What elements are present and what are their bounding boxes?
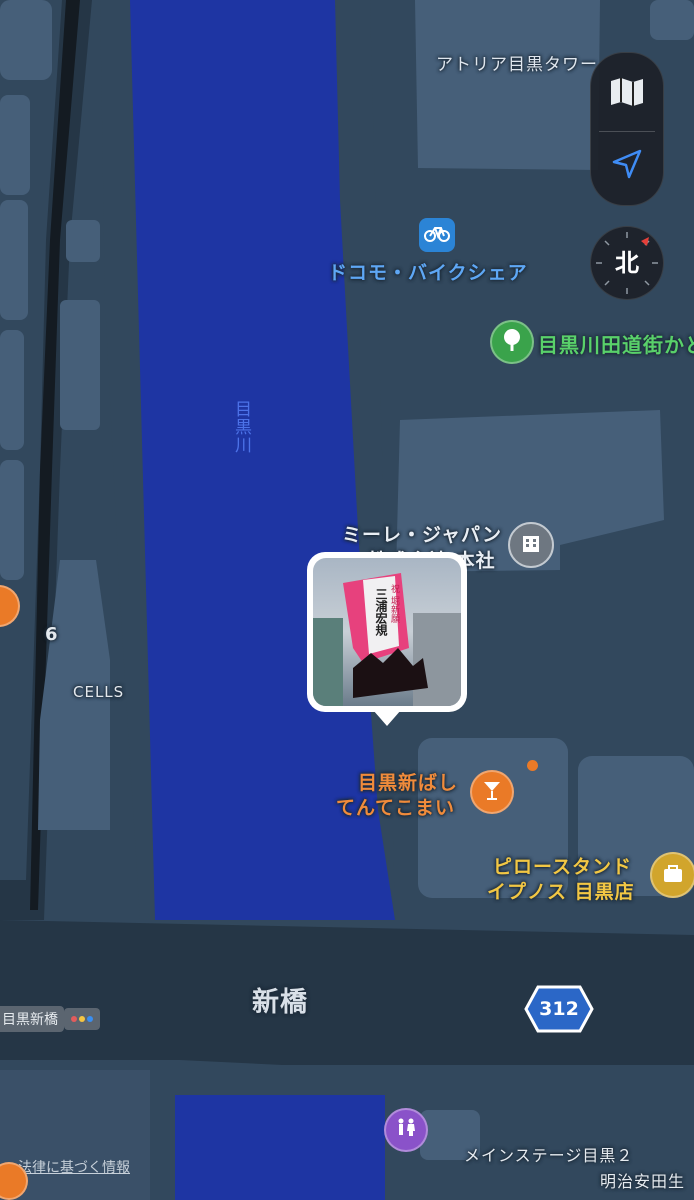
stage-label[interactable]: メインステージ目黒２: [464, 1142, 633, 1166]
controls-divider: [599, 131, 655, 132]
cells-label[interactable]: CELLS: [73, 683, 124, 701]
legal-info-link[interactable]: 法律に基づく情報: [18, 1157, 130, 1177]
bike-share-label[interactable]: ドコモ・バイクシェア: [328, 258, 528, 285]
bar-label-line1[interactable]: 目黒新ばし: [358, 768, 458, 795]
map-controls-panel: [590, 52, 664, 206]
bar-poi[interactable]: [470, 770, 514, 814]
bar-label-line2[interactable]: てんてこまい: [336, 793, 455, 820]
building-icon: [520, 532, 542, 558]
restroom-poi[interactable]: [384, 1108, 428, 1152]
compass-button[interactable]: 北: [590, 226, 664, 300]
insurance-label[interactable]: 明治安田生: [600, 1168, 685, 1192]
building-label-top[interactable]: アトリア目黒タワー: [436, 50, 598, 75]
park-label[interactable]: 目黒川田道街かど: [538, 329, 694, 358]
restroom-icon: [395, 1117, 417, 1143]
small-poi-dot[interactable]: [527, 760, 538, 771]
locate-me-button[interactable]: [591, 133, 663, 199]
stand-label-line2[interactable]: イプノス 目黒店: [487, 877, 635, 904]
bus-stop-label: 目黒新橋: [2, 1012, 58, 1028]
bag-icon: [662, 863, 684, 887]
bridge-label: 新橋: [252, 987, 308, 1018]
tree-icon: [501, 328, 523, 356]
company-poi[interactable]: [508, 522, 554, 568]
lantern-text-sub: 祝 堀新願: [389, 584, 399, 623]
photo-pin-pointer: [373, 710, 401, 726]
map-icon: [610, 77, 644, 111]
photo-pin[interactable]: 三浦宏規 祝 堀新願: [307, 552, 467, 726]
address-number-label: 6: [45, 624, 59, 645]
bus-stop-badge[interactable]: 目黒新橋: [0, 1006, 64, 1032]
photo-thumbnail: 三浦宏規 祝 堀新願: [313, 558, 461, 706]
park-poi[interactable]: [490, 320, 534, 364]
cocktail-icon: [482, 779, 502, 805]
map-view[interactable]: 目黒川 アトリア目黒タワー ドコモ・バイクシェア 目黒川田道街かど ミーレ・ジャ…: [0, 0, 694, 1200]
shop-poi[interactable]: [650, 852, 694, 898]
location-arrow-icon: [612, 149, 642, 183]
company-label-line1[interactable]: ミーレ・ジャパン: [342, 520, 502, 547]
bicycle-icon: [424, 224, 450, 247]
map-mode-button[interactable]: [591, 59, 663, 129]
river-label: 目黒川: [231, 400, 251, 454]
stand-label-line1[interactable]: ピロースタンド: [493, 852, 632, 879]
bike-share-poi[interactable]: [419, 218, 455, 252]
route-shield: 312: [524, 985, 594, 1033]
compass-label: 北: [615, 249, 639, 277]
route-number: 312: [539, 998, 579, 1020]
transit-lines-icon: [64, 1008, 100, 1030]
